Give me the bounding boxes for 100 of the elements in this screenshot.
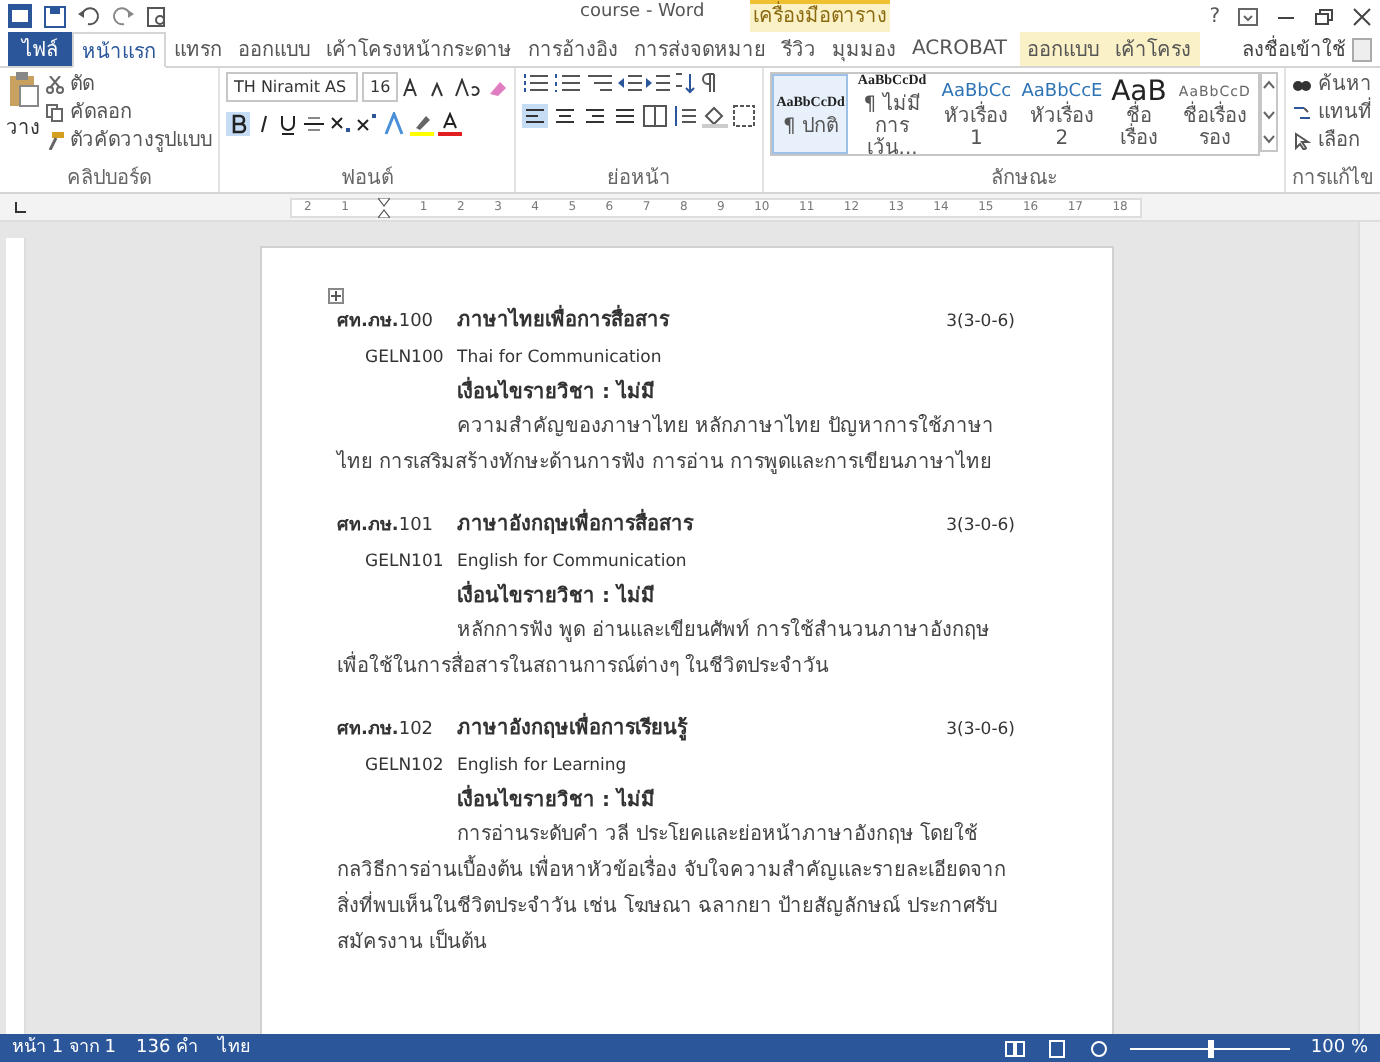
window-title: course - Word (580, 2, 705, 22)
align-icon[interactable] (612, 104, 639, 128)
strikethrough-icon[interactable] (302, 112, 326, 136)
ribbon-tab[interactable]: ไฟล์ (8, 32, 72, 66)
group-label: คลิปบอร์ด (65, 168, 153, 192)
align-icon[interactable] (552, 104, 579, 128)
copy-icon (46, 104, 64, 122)
print-layout-icon[interactable] (1046, 1039, 1069, 1057)
indent-marker-icon[interactable] (378, 197, 391, 217)
english-course-code: GELN101 (365, 550, 446, 576)
superscript-icon[interactable] (356, 112, 378, 136)
find-button[interactable]: ค้นหา (1292, 72, 1372, 98)
replace-icon (1292, 104, 1312, 122)
table-move-handle-icon[interactable] (327, 288, 343, 304)
save-icon[interactable] (44, 5, 66, 27)
redo-icon[interactable] (112, 5, 134, 27)
font-size-field[interactable]: 16 (362, 72, 399, 102)
ribbon-tab[interactable]: ออกแบบ (230, 32, 318, 66)
gallery-scroll-icon[interactable] (1260, 72, 1278, 152)
align-icon[interactable] (582, 104, 609, 128)
borders-icon[interactable] (732, 104, 757, 128)
format-painter-button[interactable]: ตัวคัดวางรูปแบบ (46, 128, 212, 154)
ribbon-tab[interactable]: ออกแบบ (1019, 32, 1107, 66)
pilcrow-icon[interactable] (700, 72, 719, 94)
ribbon-tab[interactable]: เค้าโครง (1107, 32, 1199, 66)
restore-icon[interactable] (1314, 7, 1334, 25)
help-button[interactable]: ? (1209, 5, 1220, 27)
course-code: ศท.ภษ.102 (337, 718, 436, 744)
vertical-scrollbar[interactable] (1358, 222, 1380, 1034)
english-course-code: GELN100 (365, 346, 446, 372)
group-label: ย่อหน้า (605, 168, 674, 192)
paintbrush-icon (46, 132, 64, 150)
prerequisite: เงื่อนไขรายวิชา : ไม่มี (337, 376, 1015, 410)
ribbon-tab[interactable]: เค้าโครงหน้ากระดาษ (318, 32, 520, 66)
ribbon-tab[interactable]: ACROBAT (904, 32, 1015, 66)
change-case-icon[interactable] (454, 77, 483, 97)
cut-button[interactable]: ตัด (46, 72, 212, 98)
decrease-indent-icon[interactable] (618, 72, 643, 94)
copy-button[interactable]: คัดลอก (46, 100, 212, 126)
english-course-title: English for Communication (457, 550, 687, 576)
prerequisite: เงื่อนไขรายวิชา : ไม่มี (337, 784, 1015, 818)
bold-icon[interactable] (226, 112, 250, 136)
style-gallery-item[interactable]: AaB ชื่อเรื่อง (1106, 74, 1172, 154)
ribbon-tab[interactable]: การส่งจดหมาย (626, 32, 774, 66)
line-spacing-icon[interactable] (672, 104, 699, 128)
numbered-list-icon[interactable] (554, 72, 583, 94)
sort-icon[interactable] (674, 72, 697, 94)
ribbon-tab[interactable]: การอ้างอิง (520, 32, 626, 66)
align-icon[interactable] (522, 104, 549, 128)
multilevel-list-icon[interactable] (586, 72, 615, 94)
highlighter-icon[interactable] (410, 112, 434, 136)
course-code: ศท.ภษ.100 (337, 310, 436, 336)
sign-in-link[interactable]: ลงชื่อเข้าใช้ (1236, 34, 1352, 64)
ribbon-tab[interactable]: หน้าแรก (72, 32, 166, 68)
ribbon-tab[interactable]: แทรก (166, 32, 230, 66)
group-label: ลักษณะ (989, 168, 1060, 192)
prerequisite: เงื่อนไขรายวิชา : ไม่มี (337, 580, 1015, 614)
web-layout-icon[interactable] (1088, 1039, 1111, 1057)
course-title: ภาษาไทยเพื่อการสื่อสาร (457, 304, 669, 338)
language-indicator[interactable]: ไทย (218, 1034, 251, 1062)
font-color-icon[interactable] (438, 112, 462, 136)
zoom-level[interactable]: 100 % (1310, 1034, 1368, 1062)
word-count[interactable]: 136 คำ (136, 1034, 199, 1062)
ribbon-tab[interactable]: มุมมอง (824, 32, 904, 66)
bullet-list-icon[interactable] (522, 72, 551, 94)
read-mode-icon[interactable] (1004, 1039, 1027, 1057)
shading-icon[interactable] (702, 104, 729, 128)
course-credits: 3(3-0-6) (946, 514, 1015, 540)
replace-button[interactable]: แทนที่ (1292, 100, 1372, 126)
course-description: หลักการฟัง พูด อ่านและเขียนศัพท์ การใช้สำนวนภาษาอังกฤษ เพื่อใช้ในการสื่อสารในสถานการณ์ต่างๆ ในชีวิตประจำวัน (337, 616, 993, 682)
page-count[interactable]: หน้า 1 จาก 1 (12, 1034, 117, 1062)
clear-formatting-icon[interactable] (486, 77, 509, 97)
style-gallery-item[interactable]: AaBbCcE หัวเรื่อง 2 (1017, 74, 1107, 154)
tab-selector-icon[interactable] (10, 197, 30, 217)
course-description: ความสำคัญของภาษาไทย หลักภาษาไทย ปัญหาการใช้ภาษาไทย การเสริมสร้างทักษะด้านการฟัง การอ่าน การพูดและการเขียนภาษาไทย (337, 412, 996, 478)
course-description: การอ่านระดับคำ วลี ประโยคและย่อหน้าภาษาอังกฤษ โดยใช้กลวิธีการอ่านเบื้องต้น เพื่อหาหัวข้อเรื่อง จับใจความสำคัญและรายละเอียดจากสิ่งที่พบเห็นในชีวิตประจำวัน เช่น โฆษณา ฉลากยา ป้ายสัญลักษณ์ ประกาศรับสมัครงาน เป็นต้น (337, 820, 1008, 958)
course-credits: 3(3-0-6) (946, 310, 1015, 336)
paste-button[interactable]: วาง (6, 72, 40, 142)
subscript-icon[interactable] (330, 112, 352, 136)
print-preview-icon[interactable] (146, 5, 168, 27)
ribbon-display-icon[interactable] (1238, 7, 1258, 25)
english-course-title: Thai for Communication (457, 346, 662, 372)
cursor-icon (1292, 132, 1312, 150)
select-button[interactable]: เลือก (1292, 128, 1360, 154)
close-icon[interactable] (1352, 7, 1372, 25)
english-course-title: English for Learning (457, 754, 627, 780)
scissors-icon (46, 76, 64, 94)
course-title: ภาษาอังกฤษเพื่อการสื่อสาร (457, 508, 693, 542)
style-gallery-item[interactable]: AaBbCc หัวเรื่อง 1 (935, 74, 1018, 154)
course-credits: 3(3-0-6) (946, 718, 1015, 744)
course-code: ศท.ภษ.101 (337, 514, 436, 540)
ribbon-tab[interactable]: รีวิว (774, 32, 824, 66)
columns-icon[interactable] (642, 104, 669, 128)
group-label: ฟอนต์ (339, 168, 396, 192)
undo-icon[interactable] (78, 5, 100, 27)
contextual-tab-group-label: เครื่องมือตาราง (750, 0, 890, 32)
course-title: ภาษาอังกฤษเพื่อการเรียนรู้ (457, 712, 687, 746)
underline-icon[interactable] (278, 112, 298, 136)
increase-indent-icon[interactable] (646, 72, 671, 94)
font-name-field[interactable]: TH Niramit AS (226, 72, 358, 102)
